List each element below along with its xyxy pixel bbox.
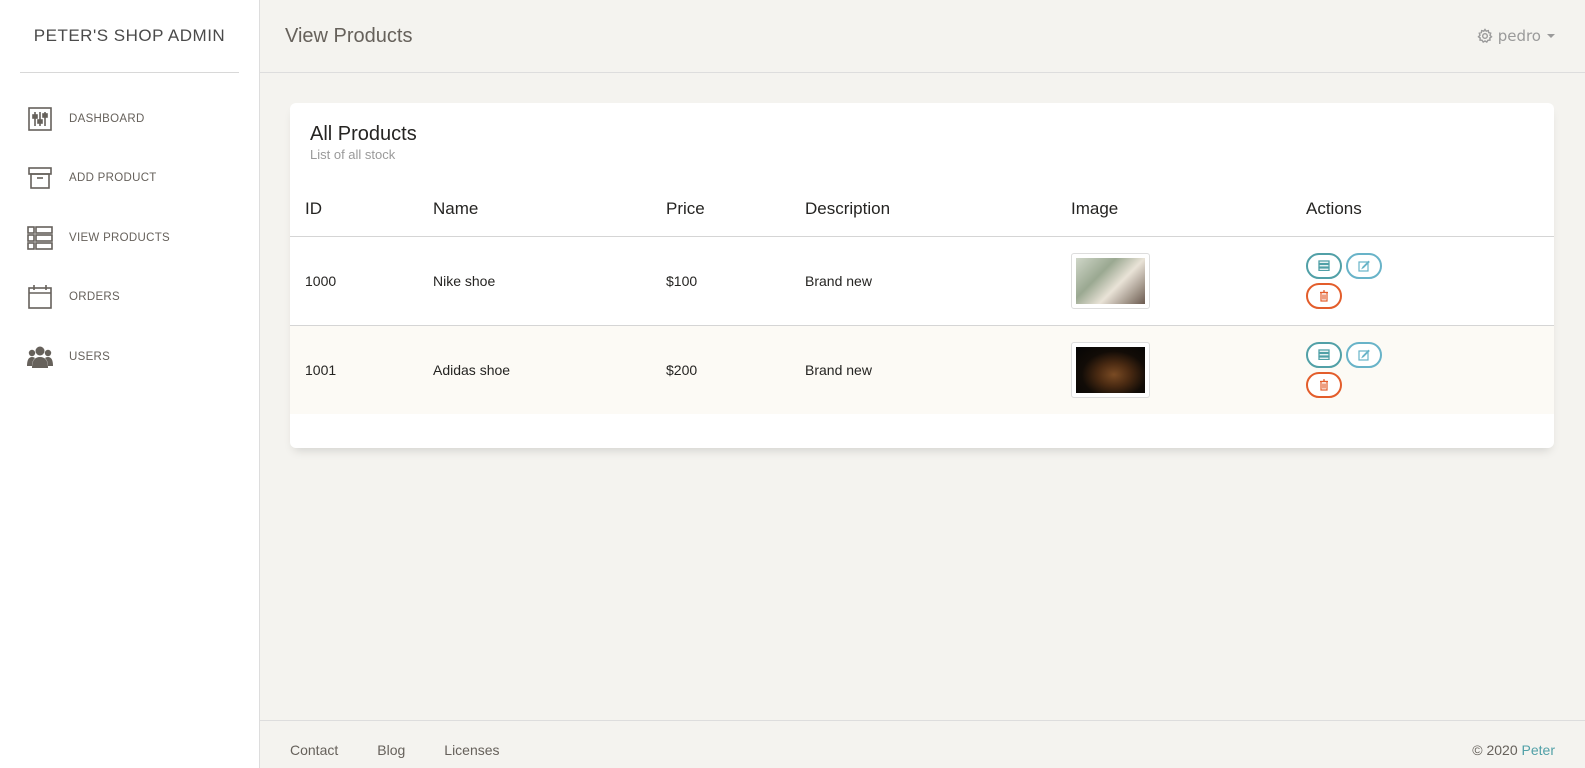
column-header-actions: Actions: [1291, 182, 1554, 237]
delete-button[interactable]: [1306, 282, 1342, 309]
copyright-text: © 2020: [1472, 741, 1518, 758]
column-header-price: Price: [651, 182, 790, 237]
user-menu[interactable]: pedro: [1477, 27, 1560, 45]
view-details-button[interactable]: [1306, 341, 1342, 368]
users-icon: [27, 344, 53, 370]
list-details-icon: [1318, 260, 1330, 271]
calendar-icon: [27, 284, 53, 310]
sidebar-item-users[interactable]: USERS: [0, 327, 259, 387]
cell-id: 1000: [290, 236, 418, 326]
footer: Contact Blog Licenses © 2020 Peter: [260, 720, 1585, 768]
footer-link-licenses[interactable]: Licenses: [444, 742, 499, 758]
sidebar-item-view-products[interactable]: VIEW PRODUCTS: [0, 208, 259, 268]
edit-button[interactable]: [1346, 341, 1382, 368]
card-header: All Products List of all stock: [290, 103, 1554, 162]
products-table: ID Name Price Description Image Actions …: [290, 182, 1554, 414]
cell-description: Brand new: [790, 325, 1056, 414]
cell-actions: [1291, 325, 1554, 414]
column-header-name: Name: [418, 182, 651, 237]
chevron-down-icon: [1547, 34, 1555, 38]
cell-name: Adidas shoe: [418, 325, 651, 414]
card-subtitle: List of all stock: [310, 147, 396, 162]
table-header-row: ID Name Price Description Image Actions: [290, 182, 1554, 237]
table-row: 1001 Adidas shoe $200 Brand new: [290, 325, 1554, 414]
product-thumbnail[interactable]: [1071, 252, 1150, 309]
trash-icon: [1320, 289, 1328, 302]
cell-id: 1001: [290, 325, 418, 414]
cell-price: $200: [651, 325, 790, 414]
cell-image: [1056, 325, 1291, 414]
footer-link-blog[interactable]: Blog: [377, 742, 405, 758]
topbar: View Products pedro: [260, 0, 1585, 73]
author-link[interactable]: Peter: [1522, 742, 1555, 758]
column-header-image: Image: [1056, 182, 1291, 237]
username: pedro: [1497, 27, 1541, 45]
column-header-id: ID: [290, 182, 418, 237]
trash-icon: [1320, 379, 1328, 391]
sidebar-item-label: VIEW PRODUCTS: [69, 231, 171, 244]
table-row: 1000 Nike shoe $100 Brand new: [290, 236, 1554, 326]
dashboard-icon: [27, 106, 53, 132]
sidebar-nav: DASHBOARD ADD PRODUCT VIEW PRODUCTS ORDE…: [0, 89, 259, 387]
brand-logo[interactable]: PETER'S SHOP ADMIN: [20, 0, 239, 73]
product-thumbnail[interactable]: [1071, 341, 1150, 398]
cell-description: Brand new: [790, 236, 1056, 326]
page-title: View Products: [285, 24, 413, 47]
sidebar-item-label: ORDERS: [69, 291, 121, 304]
gear-icon: [1477, 28, 1493, 44]
cell-price: $100: [651, 236, 790, 326]
sidebar-item-add-product[interactable]: ADD PRODUCT: [0, 149, 259, 209]
edit-icon: [1358, 260, 1370, 272]
column-header-description: Description: [790, 182, 1056, 237]
card-title: All Products: [310, 123, 417, 145]
sidebar-item-orders[interactable]: ORDERS: [0, 268, 259, 328]
products-card: All Products List of all stock ID Name P…: [290, 103, 1554, 448]
sidebar: PETER'S SHOP ADMIN DASHBOARD ADD PRODUCT: [0, 0, 260, 768]
view-details-button[interactable]: [1306, 252, 1342, 279]
sidebar-item-label: DASHBOARD: [69, 112, 145, 125]
sidebar-item-label: ADD PRODUCT: [69, 172, 157, 185]
sidebar-item-dashboard[interactable]: DASHBOARD: [0, 89, 259, 149]
footer-link-contact[interactable]: Contact: [290, 742, 338, 758]
archive-box-icon: [27, 165, 53, 191]
adidas-shoe-image: [1076, 346, 1145, 393]
list-details-icon: [1318, 349, 1330, 361]
cell-actions: [1291, 236, 1554, 326]
sidebar-item-label: USERS: [69, 350, 111, 363]
cell-image: [1056, 236, 1291, 326]
delete-button[interactable]: [1306, 371, 1342, 398]
nike-shoe-image: [1076, 257, 1145, 304]
edit-icon: [1358, 349, 1370, 361]
copyright: © 2020 Peter: [1472, 742, 1555, 758]
edit-button[interactable]: [1346, 252, 1382, 279]
list-icon: [27, 225, 53, 251]
cell-name: Nike shoe: [418, 236, 651, 326]
